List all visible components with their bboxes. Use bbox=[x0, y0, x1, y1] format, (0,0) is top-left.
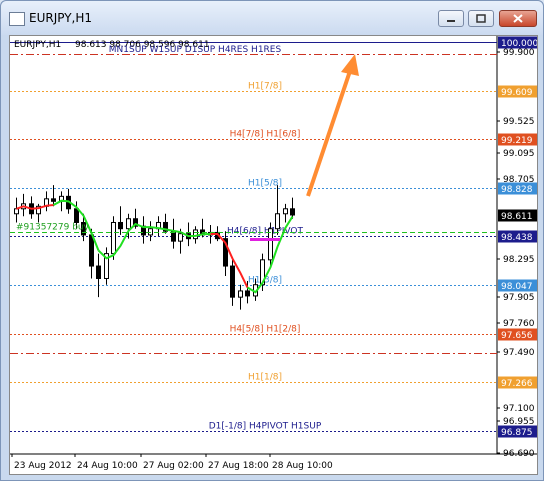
window-title: EURJPY,H1 bbox=[29, 11, 93, 25]
level-label: H1[1/8] bbox=[248, 373, 282, 383]
candle-body bbox=[126, 218, 131, 230]
close-button[interactable] bbox=[499, 10, 537, 27]
level-price-tag-text: 98.828 bbox=[501, 185, 533, 195]
price-tick-label: 97.760 bbox=[503, 319, 535, 329]
candle-body bbox=[290, 208, 295, 216]
candle-body bbox=[96, 265, 101, 279]
minimize-icon bbox=[447, 20, 455, 22]
price-tick-label: 97.905 bbox=[503, 293, 535, 303]
candle-body bbox=[230, 265, 235, 298]
current-price-text: 98.611 bbox=[501, 212, 533, 222]
price-tick-label: 99.900 bbox=[503, 48, 535, 58]
level-label: H4[7/8] H1[6/8] bbox=[230, 130, 301, 140]
restore-icon bbox=[476, 14, 486, 23]
candle-body bbox=[245, 290, 250, 297]
maximize-button[interactable] bbox=[468, 10, 494, 27]
price-tick-label: 96.690 bbox=[503, 449, 535, 459]
chart-window-icon bbox=[9, 12, 25, 26]
level-price-tag-text: 97.266 bbox=[501, 379, 533, 389]
candle-body bbox=[238, 290, 243, 298]
candle-body bbox=[148, 228, 153, 236]
title-bar[interactable]: EURJPY,H1 bbox=[1, 1, 543, 35]
time-tick-label: 28 Aug 10:00 bbox=[272, 461, 333, 471]
time-tick-label: 23 Aug 2012 bbox=[14, 461, 72, 471]
candle-body bbox=[283, 208, 288, 215]
price-chart[interactable]: 99.90099.52599.09598.70598.29597.90597.7… bbox=[10, 36, 537, 474]
time-tick-label: 27 Aug 02:00 bbox=[143, 461, 204, 471]
candle-body bbox=[275, 213, 280, 230]
candle-body bbox=[89, 234, 94, 267]
candle-body bbox=[178, 233, 183, 242]
level-label: H4[6/8] H1PIVOT bbox=[227, 227, 304, 237]
price-tick-label: 97.100 bbox=[503, 404, 535, 414]
level-label: H4[5/8] H1[2/8] bbox=[230, 325, 301, 335]
level-label: D1[-1/8] H4PIVOT H1SUP bbox=[209, 422, 322, 432]
chart-area[interactable]: 99.900 99.525 99.095 98.705 98.295 97.905 97.7… bbox=[9, 35, 538, 475]
level-price-tag-text: 98.438 bbox=[501, 233, 533, 243]
minimize-button[interactable] bbox=[438, 10, 464, 27]
chart-window: EURJPY,H1 99.900 99.525 99.095 98.705 98.295… bbox=[0, 0, 544, 481]
level-label: H1[7/8] bbox=[248, 82, 282, 92]
level-price-tag-text: 100.000 bbox=[501, 39, 537, 49]
level-price-tag-text: 96.875 bbox=[501, 428, 533, 438]
price-tick-label: 99.095 bbox=[503, 149, 535, 159]
candle-body bbox=[111, 221, 116, 255]
price-tick-label: 98.295 bbox=[503, 255, 535, 265]
price-tick-label: 97.490 bbox=[503, 348, 535, 358]
candle-body bbox=[51, 198, 56, 202]
candle-body bbox=[193, 229, 198, 240]
level-price-tag-text: 97.656 bbox=[501, 331, 533, 341]
candle-body bbox=[268, 228, 273, 261]
time-tick-label: 24 Aug 10:00 bbox=[77, 461, 138, 471]
level-price-tag-text: 99.219 bbox=[501, 136, 533, 146]
level-price-tag-text: 98.047 bbox=[501, 282, 533, 292]
top-level-label: MN1SUP W1SUP D1SUP H4RES H1RES bbox=[109, 45, 282, 55]
candle-body bbox=[118, 221, 123, 230]
close-icon bbox=[513, 14, 523, 23]
time-tick-label: 27 Aug 18:00 bbox=[208, 461, 269, 471]
price-tick-label: 99.525 bbox=[503, 117, 535, 127]
candle-body bbox=[14, 208, 19, 215]
trade-label: #91357279 buy bbox=[16, 223, 90, 233]
chart-symbol-label: EURJPY,H1 bbox=[14, 40, 61, 50]
level-price-tag-text: 99.609 bbox=[501, 88, 533, 98]
candle-body bbox=[74, 208, 79, 223]
level-label: H1[5/8] bbox=[248, 179, 282, 189]
